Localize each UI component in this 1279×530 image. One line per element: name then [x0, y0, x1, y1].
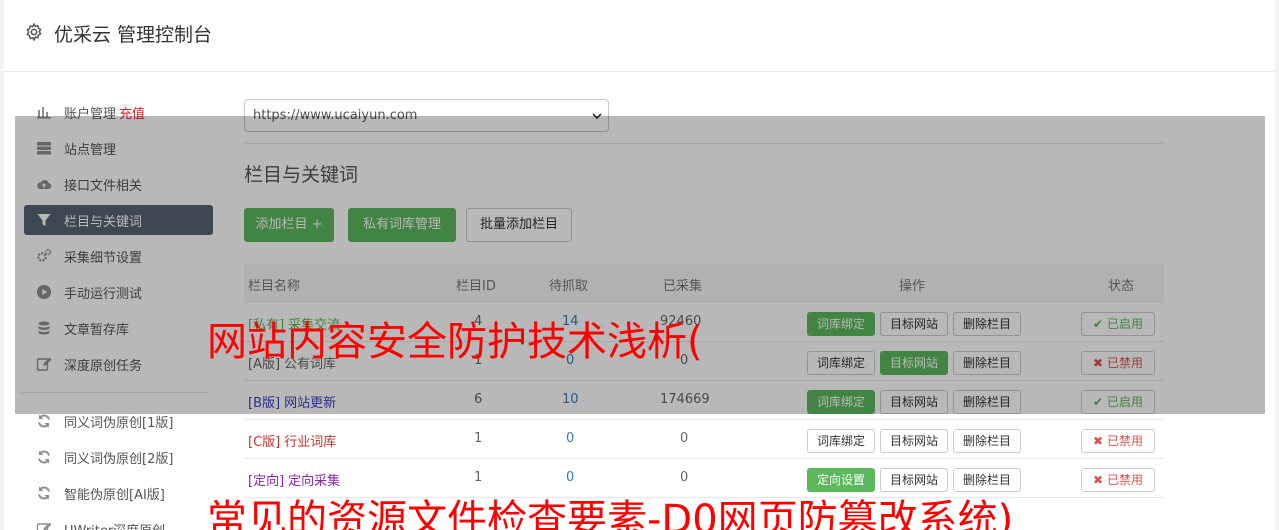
- row-id: 1: [474, 431, 483, 446]
- row-collected: 0: [680, 470, 689, 485]
- table-row: [定向] 定向采集 1 0 0 定向设置 目标网站 删除栏目 ✖ 已禁用: [244, 459, 1164, 498]
- edit-icon: [36, 521, 52, 530]
- status-toggle[interactable]: ✖ 已禁用: [1081, 468, 1155, 492]
- gear-icon: [26, 22, 42, 42]
- row-collected: 0: [680, 431, 689, 446]
- status-label: 已禁用: [1106, 434, 1143, 448]
- bind-lib-button[interactable]: 词库绑定: [807, 429, 875, 453]
- sidebar-item-label: 同义词伪原创[1版]: [64, 416, 174, 431]
- app-title: 优采云 管理控制台: [54, 24, 213, 46]
- watermark-caption-2: 常见的资源文件检查要素-D0网页防篡改系统): [207, 497, 1014, 530]
- sidebar-item-label: UWriter深度原创: [64, 520, 165, 530]
- sidebar-item-uwriter[interactable]: UWriter深度原创: [24, 514, 213, 530]
- delete-column-button[interactable]: 删除栏目: [953, 429, 1021, 453]
- dim-overlay: [15, 116, 1265, 414]
- row-tag: [C版]: [248, 435, 281, 450]
- row-pending[interactable]: 0: [566, 431, 574, 446]
- delete-column-button[interactable]: 删除栏目: [953, 468, 1021, 492]
- sidebar-item-ai-rewrite[interactable]: 智能伪原创[AI版]: [24, 478, 213, 508]
- refresh-icon: [36, 449, 52, 465]
- directed-settings-button[interactable]: 定向设置: [807, 468, 875, 492]
- close-icon: ✖: [1093, 434, 1104, 448]
- row-name[interactable]: 行业词库: [284, 435, 336, 450]
- status-label: 已禁用: [1106, 473, 1143, 487]
- status-toggle[interactable]: ✖ 已禁用: [1081, 429, 1155, 453]
- table-row: [C版] 行业词库 1 0 0 词库绑定 目标网站 删除栏目 ✖ 已禁用: [244, 420, 1164, 459]
- row-name[interactable]: 定向采集: [288, 474, 340, 489]
- refresh-icon: [36, 485, 52, 501]
- target-site-button[interactable]: 目标网站: [880, 468, 948, 492]
- watermark-caption-1: 网站内容安全防护技术浅析(: [207, 319, 703, 365]
- row-id: 1: [474, 470, 483, 485]
- close-icon: ✖: [1093, 473, 1104, 487]
- refresh-icon: [36, 413, 52, 429]
- sidebar-item-synonym-v2[interactable]: 同义词伪原创[2版]: [24, 442, 213, 472]
- row-tag: [定向]: [248, 474, 285, 489]
- sidebar-item-label: 同义词伪原创[2版]: [64, 452, 174, 467]
- row-pending[interactable]: 0: [566, 470, 574, 485]
- top-bar: 优采云 管理控制台: [4, 0, 1275, 72]
- target-site-button[interactable]: 目标网站: [880, 429, 948, 453]
- sidebar-item-label: 智能伪原创[AI版]: [64, 488, 165, 503]
